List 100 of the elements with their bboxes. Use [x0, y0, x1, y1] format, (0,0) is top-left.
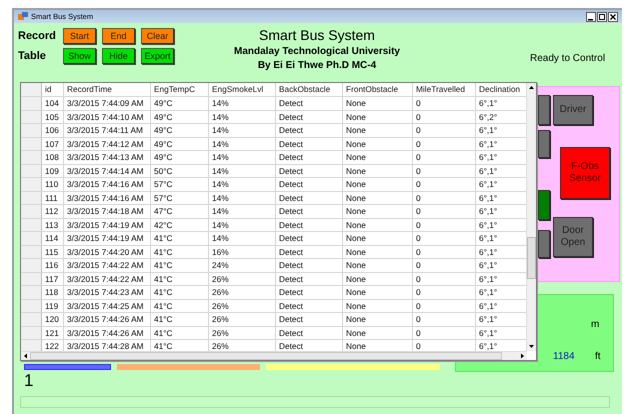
table-cell: 109 — [42, 164, 64, 177]
row-header[interactable] — [21, 138, 42, 150]
table-cell: None — [343, 205, 413, 218]
scroll-thumb[interactable] — [30, 352, 502, 360]
table-cell: 26% — [209, 272, 276, 285]
table-cell: Detect — [276, 259, 343, 272]
table-cell: 26% — [209, 286, 276, 298]
table-cell: 3/3/2015 7:44:16 AM — [64, 192, 151, 204]
table-cell: 111 — [42, 192, 64, 204]
table-cell: 106 — [42, 124, 64, 136]
table-cell: 110 — [42, 178, 64, 190]
app-icon — [18, 12, 28, 21]
table-cell: 115 — [42, 246, 64, 258]
table-cell: Detect — [276, 178, 343, 190]
table-cell: Detect — [276, 151, 343, 164]
row-header[interactable] — [21, 164, 42, 177]
row-header[interactable] — [21, 300, 42, 312]
author-line: By Ei Ei Thwe Ph.D MC-4 — [258, 60, 376, 71]
record-button[interactable]: Start — [63, 28, 96, 44]
row-header[interactable] — [21, 97, 42, 110]
minimize-icon[interactable] — [586, 12, 596, 22]
maximize-icon[interactable] — [597, 12, 607, 22]
table-cell: None — [343, 218, 413, 231]
table-cell: 42°C — [151, 218, 209, 231]
table-cell: 14% — [209, 205, 276, 218]
row-header[interactable] — [21, 313, 42, 326]
table-cell: Detect — [276, 110, 343, 123]
table-cell: 0 — [413, 218, 476, 231]
counter-value: 1 — [24, 371, 34, 391]
table-cell: 0 — [413, 259, 476, 272]
table-cell: 41°C — [151, 300, 209, 312]
row-header[interactable] — [21, 110, 42, 123]
table-cell: 41°C — [151, 246, 209, 258]
column-header[interactable]: EngSmokeLvl — [209, 83, 276, 96]
unit-label: ft — [595, 351, 601, 362]
row-header[interactable] — [21, 232, 42, 244]
corner-header — [21, 83, 42, 96]
university-name: Mandalay Technological University — [234, 46, 400, 57]
table-cell: 0 — [413, 205, 476, 218]
row-header[interactable] — [21, 246, 42, 258]
table-cell: 120 — [42, 313, 64, 326]
column-header[interactable]: id — [42, 83, 64, 96]
table-cell: 0 — [413, 164, 476, 177]
table-button[interactable]: Show — [63, 48, 96, 64]
record-button[interactable]: Clear — [141, 28, 174, 44]
table-cell: 114 — [42, 232, 64, 244]
table-cell: 3/3/2015 7:44:23 AM — [64, 286, 151, 298]
table-cell: 26% — [209, 326, 276, 339]
table-cell: 49°C — [151, 110, 209, 123]
table-cell: 14% — [209, 192, 276, 204]
panel-button[interactable] — [538, 130, 550, 158]
row-header[interactable] — [21, 124, 42, 136]
table-cell: 49°C — [151, 138, 209, 150]
table-cell: 0 — [413, 97, 476, 110]
record-button[interactable]: End — [102, 28, 135, 44]
column-header[interactable]: FrontObstacle — [343, 83, 413, 96]
row-header[interactable] — [21, 178, 42, 190]
table-cell: 113 — [42, 218, 64, 231]
table-cell: 41°C — [151, 232, 209, 244]
row-header[interactable] — [21, 151, 42, 164]
row-header[interactable] — [21, 259, 42, 272]
row-header[interactable] — [21, 205, 42, 218]
table-cell: 119 — [42, 300, 64, 312]
table-button[interactable]: Export — [141, 48, 174, 64]
table-cell: 0 — [413, 110, 476, 123]
table-cell: 14% — [209, 178, 276, 190]
panel-button[interactable] — [538, 190, 550, 220]
row-header[interactable] — [21, 272, 42, 285]
row-header[interactable] — [21, 326, 42, 339]
column-header[interactable]: EngTempC — [151, 83, 209, 96]
table-cell: None — [343, 124, 413, 136]
column-header[interactable]: BackObstacle — [276, 83, 343, 96]
vertical-scrollbar[interactable] — [526, 83, 536, 351]
table-cell: 3/3/2015 7:44:11 AM — [64, 124, 151, 136]
table-cell: 3/3/2015 7:44:16 AM — [64, 178, 151, 190]
app-title: Smart Bus System — [259, 27, 375, 43]
table-cell: 50°C — [151, 164, 209, 177]
row-header[interactable] — [21, 192, 42, 204]
table-cell: 0 — [413, 232, 476, 244]
table-cell: Detect — [276, 246, 343, 258]
horizontal-scrollbar[interactable] — [21, 351, 527, 360]
table-cell: 26% — [209, 300, 276, 312]
scroll-thumb[interactable] — [527, 237, 536, 279]
table-cell: Detect — [276, 300, 343, 312]
column-header[interactable]: RecordTime — [64, 83, 151, 96]
close-icon[interactable] — [608, 12, 618, 22]
table-cell: 105 — [42, 110, 64, 123]
table-cell: None — [343, 232, 413, 244]
table-cell: 3/3/2015 7:44:09 AM — [64, 97, 151, 110]
row-header[interactable] — [21, 286, 42, 298]
table-cell: 41°C — [151, 286, 209, 298]
table-cell: 3/3/2015 7:44:26 AM — [64, 326, 151, 339]
panel-button[interactable] — [538, 230, 550, 258]
panel-button[interactable]: F-Obs Sensor — [560, 147, 610, 199]
table-cell: 14% — [209, 218, 276, 231]
table-button[interactable]: Hide — [102, 48, 135, 64]
column-header[interactable]: MileTravelled — [413, 83, 476, 96]
row-header[interactable] — [21, 218, 42, 231]
table-cell: 121 — [42, 326, 64, 339]
table-cell: 16% — [209, 246, 276, 258]
